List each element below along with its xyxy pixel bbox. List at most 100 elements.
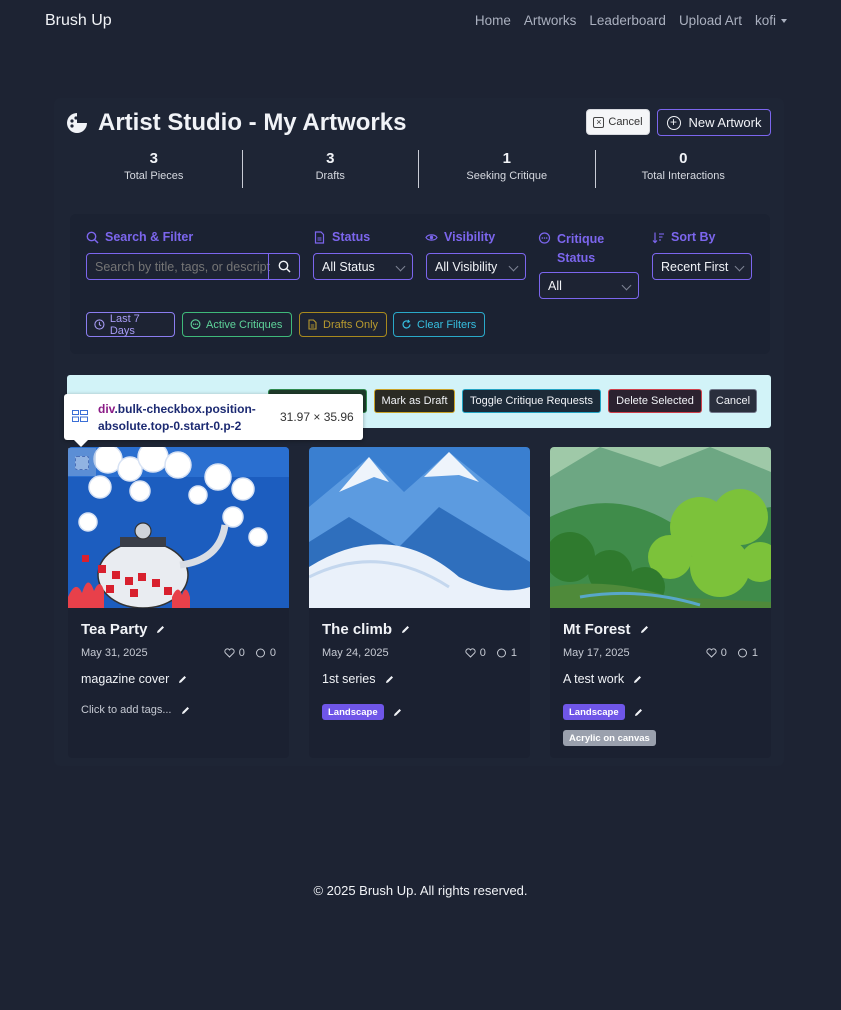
artwork-description-text: 1st series <box>322 672 376 686</box>
artwork-tags: Landscape <box>322 704 403 720</box>
nav-leaderboard[interactable]: Leaderboard <box>589 13 666 28</box>
button-label: Delete Selected <box>616 395 694 407</box>
artwork-description-text: A test work <box>563 672 625 686</box>
mark-as-draft-button[interactable]: Mark as Draft <box>374 389 455 413</box>
tooltip-classes: .bulk-checkbox.position-absolute.top-0.s… <box>98 402 256 433</box>
artwork-description: 1st series <box>322 672 395 686</box>
stat-label: Total Interactions <box>641 170 725 182</box>
bulk-checkbox[interactable] <box>68 448 96 476</box>
artwork-stats: 0 1 <box>706 647 758 659</box>
artwork-thumbnail[interactable] <box>550 447 771 608</box>
sort-select[interactable]: Recent First <box>652 253 752 280</box>
pencil-icon[interactable] <box>177 674 188 685</box>
clock-icon <box>94 319 105 330</box>
critique-label-line-1: Critique <box>557 232 605 246</box>
artwork-card[interactable]: Tea Party May 31, 2025 0 0 magazine cove… <box>68 447 289 758</box>
artwork-image-the-climb <box>309 447 530 608</box>
cancel-button[interactable]: × Cancel <box>586 109 650 135</box>
artwork-thumbnail[interactable] <box>68 447 289 608</box>
chat-icon <box>496 648 506 658</box>
chat-icon <box>737 648 747 658</box>
search-button[interactable] <box>268 254 299 279</box>
close-icon: × <box>593 116 605 128</box>
nav-home[interactable]: Home <box>475 13 511 28</box>
bulk-cancel-button[interactable]: Cancel <box>709 389 757 413</box>
status-select[interactable]: All Status <box>313 253 413 280</box>
artwork-thumbnail[interactable] <box>309 447 530 608</box>
new-artwork-label: New Artwork <box>688 115 762 130</box>
chip-last-7-days[interactable]: Last 7 Days <box>86 312 175 337</box>
tooltip-tag: div <box>98 402 115 416</box>
stat-total-pieces: 3 Total Pieces <box>66 150 243 188</box>
search-filter-text: Search & Filter <box>105 230 194 244</box>
artwork-stats: 0 0 <box>224 647 276 659</box>
brand-logo[interactable]: Brush Up <box>45 12 112 30</box>
pencil-icon[interactable] <box>392 707 403 718</box>
footer-text: © 2025 Brush Up. All rights reserved. <box>313 883 528 898</box>
critique-status-select[interactable]: All <box>539 272 639 299</box>
page-title: Artist Studio - My Artworks <box>98 109 407 136</box>
search-icon <box>86 231 99 244</box>
pencil-icon[interactable] <box>400 624 411 635</box>
artwork-card[interactable]: Mt Forest May 17, 2025 0 1 A test work L… <box>550 447 771 758</box>
navbar: Brush Up Home Artworks Leaderboard Uploa… <box>0 0 841 44</box>
critique-label-line-2: Status <box>557 251 596 265</box>
artwork-date: May 31, 2025 <box>81 647 148 659</box>
artwork-tags: Click to add tags... <box>81 704 191 716</box>
button-label: Mark as Draft <box>381 395 448 407</box>
artwork-title: The climb <box>322 621 411 638</box>
pencil-icon[interactable] <box>384 674 395 685</box>
chevron-down-icon <box>621 280 632 291</box>
chevron-down-icon <box>781 19 787 24</box>
add-tags-placeholder[interactable]: Click to add tags... <box>81 704 172 716</box>
toggle-critique-requests-button[interactable]: Toggle Critique Requests <box>462 389 601 413</box>
inspector-tooltip: div.bulk-checkbox.position-absolute.top-… <box>64 394 363 447</box>
nav-artworks[interactable]: Artworks <box>524 13 577 28</box>
status-label-text: Status <box>332 230 371 244</box>
new-artwork-button[interactable]: + New Artwork <box>657 109 771 136</box>
stat-drafts: 3 Drafts <box>243 150 419 188</box>
pencil-icon[interactable] <box>180 705 191 716</box>
chevron-down-icon <box>734 261 745 272</box>
tooltip-arrow <box>74 440 88 447</box>
user-menu[interactable]: kofi <box>755 13 787 28</box>
clear-filters-button[interactable]: Clear Filters <box>393 312 485 337</box>
heart-icon <box>706 648 717 658</box>
comments-count: 1 <box>510 647 517 659</box>
artwork-title-text: Mt Forest <box>563 621 631 638</box>
medium-badge: Acrylic on canvas <box>563 730 656 746</box>
eye-icon <box>425 233 438 241</box>
artwork-date: May 17, 2025 <box>563 647 630 659</box>
pencil-icon[interactable] <box>155 624 166 635</box>
pencil-icon[interactable] <box>639 624 650 635</box>
checkbox[interactable] <box>75 456 89 470</box>
search-input[interactable] <box>87 254 270 279</box>
critique-status-text: Critique Status <box>557 230 604 268</box>
nav-links: Home Artworks Leaderboard Upload Art kof… <box>475 13 787 28</box>
nav-upload-art[interactable]: Upload Art <box>679 13 742 28</box>
pencil-icon[interactable] <box>632 674 643 685</box>
sort-by-label: Sort By <box>652 230 715 244</box>
chip-label: Last 7 Days <box>109 312 140 337</box>
stat-value: 1 <box>502 150 511 167</box>
likes-count: 0 <box>238 647 245 659</box>
artwork-title-text: Tea Party <box>81 621 148 638</box>
visibility-select[interactable]: All Visibility <box>426 253 526 280</box>
delete-selected-button[interactable]: Delete Selected <box>608 389 702 413</box>
visibility-label-text: Visibility <box>444 230 496 244</box>
pencil-icon[interactable] <box>633 707 644 718</box>
chat-icon <box>190 319 201 330</box>
artwork-title: Mt Forest <box>563 621 650 638</box>
search-group <box>86 253 300 280</box>
stat-label: Total Pieces <box>124 170 184 182</box>
artwork-card[interactable]: The climb May 24, 2025 0 1 1st series La… <box>309 447 530 758</box>
artwork-image-mt-forest <box>550 447 771 608</box>
tag-badge: Landscape <box>322 704 384 720</box>
chip-active-critiques[interactable]: Active Critiques <box>182 312 292 337</box>
chip-drafts-only[interactable]: Drafts Only <box>299 312 387 337</box>
tag-badge: Landscape <box>563 704 625 720</box>
visibility-label: Visibility <box>425 230 495 244</box>
sort-select-value: Recent First <box>661 259 729 274</box>
visibility-select-value: All Visibility <box>435 259 498 274</box>
heart-icon <box>224 648 235 658</box>
